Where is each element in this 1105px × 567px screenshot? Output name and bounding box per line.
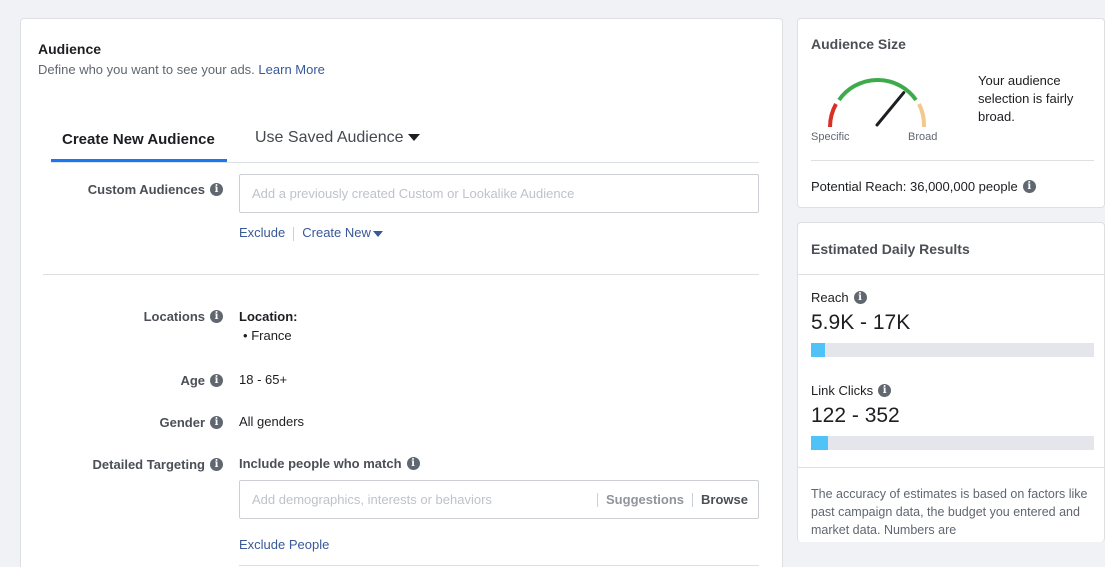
tab-divider (51, 162, 759, 163)
create-new-link[interactable]: Create New (302, 225, 383, 240)
custom-audience-actions: Exclude Create New (239, 225, 383, 241)
info-icon[interactable]: i (853, 291, 867, 304)
section-divider (798, 274, 1105, 275)
audience-size-title: Audience Size (811, 36, 906, 52)
bullet: • (243, 328, 248, 343)
reach-value: 5.9K - 17K (811, 311, 911, 334)
estimate-footnote: The accuracy of estimates is based on fa… (811, 487, 1088, 537)
info-icon[interactable]: i (210, 374, 223, 387)
gauge-arc-green (837, 77, 918, 102)
learn-more-link[interactable]: Learn More (258, 62, 324, 77)
link-clicks-bar-fill (811, 436, 828, 450)
gauge-arc-tan (917, 103, 927, 128)
custom-audience-placeholder: Add a previously created Custom or Looka… (252, 186, 575, 201)
include-people-label: Include people who match i (239, 456, 420, 471)
custom-audiences-label-text: Custom Audiences (87, 182, 205, 197)
locations-label: Locations i (23, 309, 223, 324)
detailed-targeting-label-text: Detailed Targeting (92, 457, 205, 472)
audience-description: Define who you want to see your ads. Lea… (38, 62, 325, 77)
link-clicks-label-text: Link Clicks (811, 383, 874, 398)
detailed-targeting-input[interactable]: Add demographics, interests or behaviors… (239, 480, 759, 519)
location-heading: Location: (239, 309, 298, 324)
link-clicks-bar (811, 436, 1094, 450)
location-item-text: France (251, 328, 292, 343)
info-icon[interactable]: i (878, 384, 892, 397)
tab-use-saved-audience-label: Use Saved Audience (255, 129, 404, 146)
audience-size-card: Audience Size Specific Broad Your audien… (797, 18, 1105, 208)
detailed-targeting-label: Detailed Targeting i (23, 457, 223, 472)
custom-audiences-label: Custom Audiences i (23, 182, 223, 197)
reach-bar (811, 343, 1094, 357)
potential-reach: Potential Reach: 36,000,000 people i (811, 179, 1036, 194)
exclude-people-link[interactable]: Exclude People (239, 537, 329, 552)
audience-gauge-icon (827, 77, 927, 128)
gauge-broad-label: Broad (908, 131, 938, 143)
location-item: • France (243, 328, 292, 343)
reach-bar-fill (811, 343, 826, 357)
estimated-results-title: Estimated Daily Results (811, 241, 970, 257)
gender-label-text: Gender (159, 415, 205, 430)
section-divider (811, 160, 1094, 161)
section-divider (239, 565, 759, 566)
info-icon[interactable]: i (210, 310, 223, 323)
tab-create-new-audience[interactable]: Create New Audience (62, 131, 215, 148)
caret-down-icon (407, 134, 420, 142)
browse-button[interactable]: Browse (701, 492, 748, 507)
caret-down-icon (372, 230, 383, 237)
locations-label-text: Locations (143, 309, 205, 324)
section-divider (43, 274, 759, 275)
suggestions-button[interactable]: Suggestions (606, 492, 684, 507)
info-icon[interactable]: i (1022, 180, 1036, 193)
targeting-actions: Suggestions Browse (597, 492, 748, 507)
gauge-specific-label: Specific (811, 131, 850, 143)
gender-value[interactable]: All genders (239, 414, 304, 429)
age-label-text: Age (180, 373, 205, 388)
potential-reach-text: Potential Reach: 36,000,000 people (811, 179, 1018, 194)
section-divider (798, 467, 1105, 468)
info-icon[interactable]: i (406, 457, 420, 470)
info-icon[interactable]: i (210, 416, 223, 429)
audience-title: Audience (38, 41, 102, 57)
age-label: Age i (23, 373, 223, 388)
estimated-results-card: Estimated Daily Results Reach i 5.9K - 1… (797, 222, 1105, 542)
info-icon[interactable]: i (210, 458, 223, 471)
exclude-link[interactable]: Exclude (239, 225, 285, 240)
gauge-needle (875, 91, 906, 127)
gauge-arc-red (827, 103, 838, 128)
custom-audience-input[interactable]: Add a previously created Custom or Looka… (239, 174, 759, 213)
info-icon[interactable]: i (210, 183, 223, 196)
gender-label: Gender i (23, 415, 223, 430)
targeting-separator (597, 492, 599, 507)
action-separator (293, 226, 295, 241)
audience-description-text: Define who you want to see your ads. (38, 62, 255, 77)
link-clicks-value: 122 - 352 (811, 404, 900, 427)
create-new-label: Create New (302, 225, 371, 240)
audience-size-message: Your audience selection is fairly broad. (978, 73, 1074, 124)
reach-label: Reach i (811, 290, 867, 305)
audience-card: Audience Define who you want to see your… (20, 18, 783, 567)
detailed-targeting-placeholder: Add demographics, interests or behaviors (252, 492, 492, 507)
age-value[interactable]: 18 - 65+ (239, 372, 287, 387)
tab-use-saved-audience[interactable]: Use Saved Audience (255, 129, 420, 147)
link-clicks-label: Link Clicks i (811, 383, 892, 398)
include-people-text: Include people who match (239, 456, 402, 471)
reach-label-text: Reach (811, 290, 849, 305)
targeting-separator (692, 492, 694, 507)
